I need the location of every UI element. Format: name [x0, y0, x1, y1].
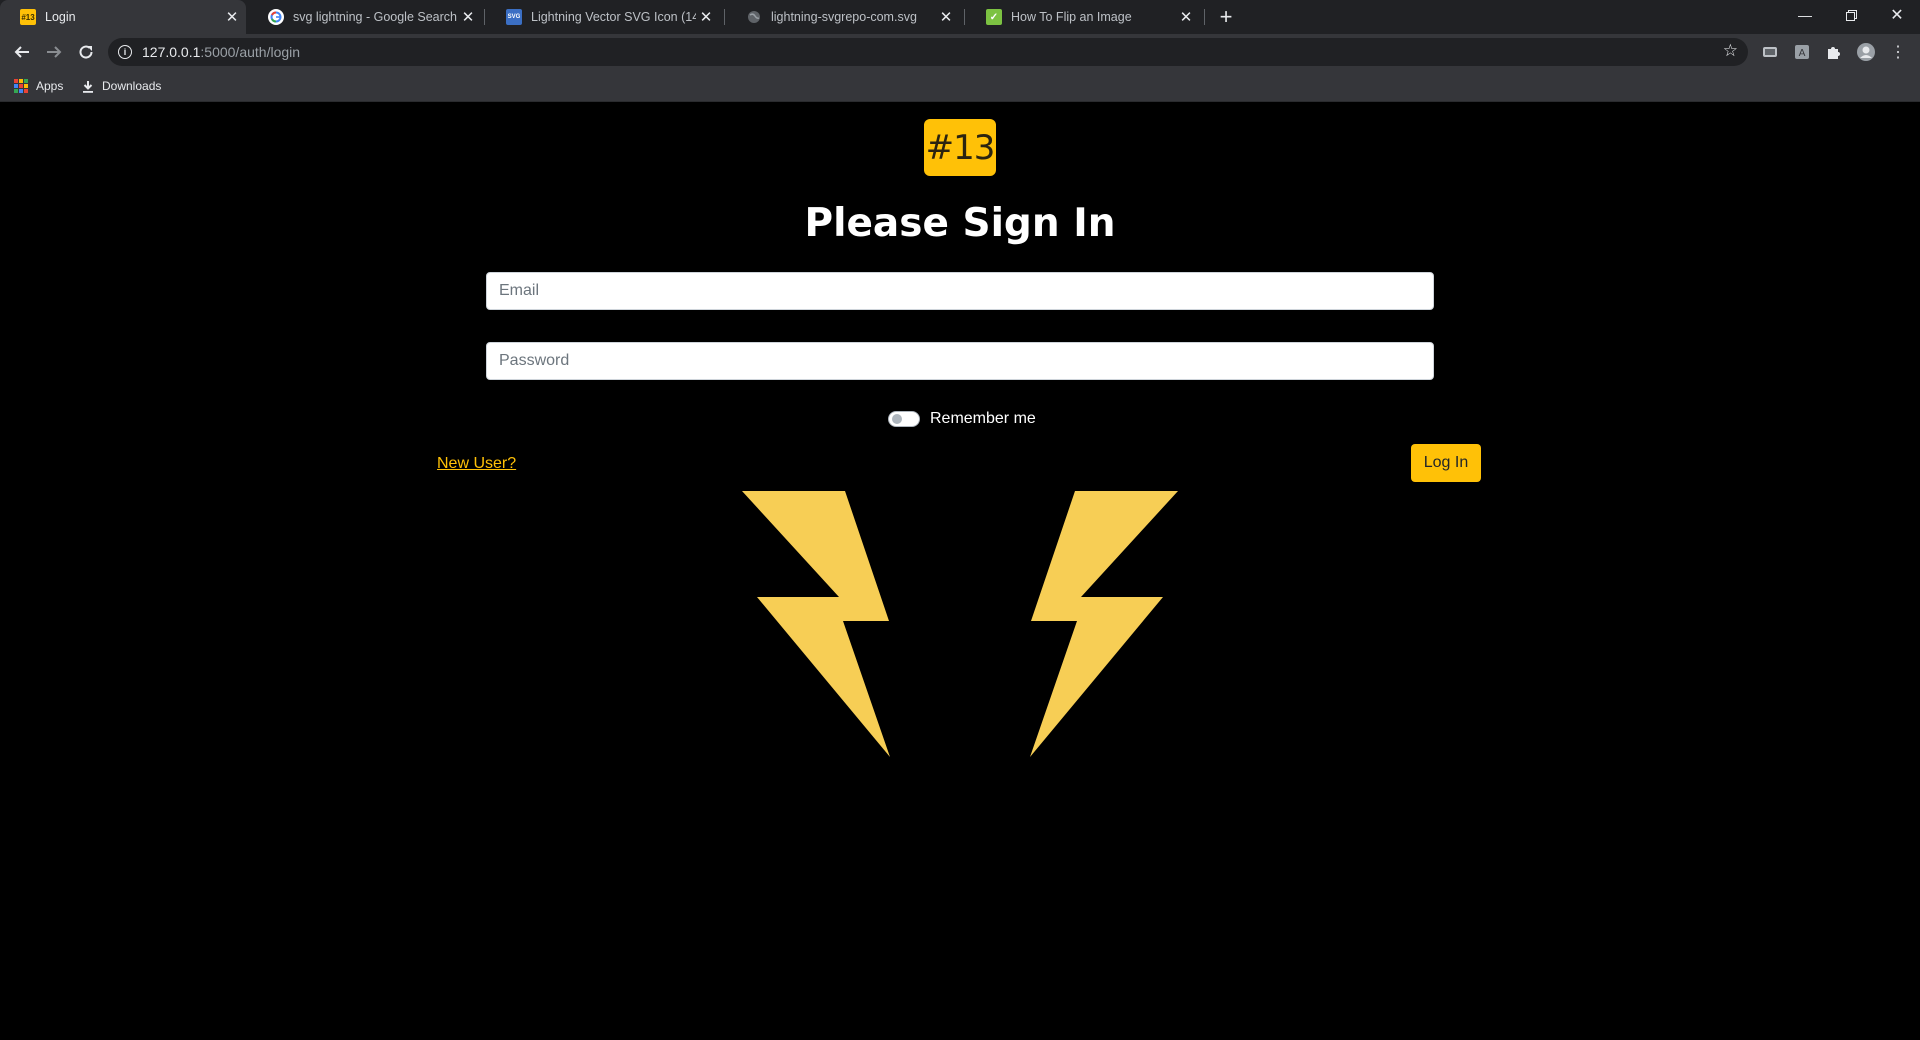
tab-title: How To Flip an Image — [1011, 10, 1132, 24]
site-logo: #13 — [924, 119, 996, 176]
browser-toolbar: i 127.0.0.1:5000/auth/login ☆ A ⋮ — [0, 34, 1920, 70]
minimize-icon[interactable]: — — [1782, 0, 1828, 30]
image-editor-icon: ✓ — [986, 9, 1002, 25]
restore-window-icon[interactable] — [1828, 0, 1874, 30]
remember-me-switch[interactable] — [888, 411, 920, 427]
tab-strip: #13 Login ✕ svg lightning - Google Searc… — [0, 0, 1920, 34]
bookmark-downloads[interactable]: Downloads — [82, 77, 161, 95]
lightning-bolt-icon — [1030, 491, 1178, 757]
back-arrow-icon[interactable] — [8, 38, 36, 66]
tab-google-search[interactable]: svg lightning - Google Search ✕ — [248, 0, 482, 34]
tab-svg-file[interactable]: lightning-svgrepo-com.svg ✕ — [726, 0, 960, 34]
email-field[interactable] — [486, 272, 1434, 310]
tab-separator — [724, 9, 725, 25]
url-host: 127.0.0.1 — [142, 44, 201, 60]
tab-separator — [964, 9, 965, 25]
new-user-link[interactable]: New User? — [437, 455, 516, 473]
forward-arrow-icon[interactable] — [40, 38, 68, 66]
browser-menu-icon[interactable]: ⋮ — [1888, 42, 1908, 62]
tab-title: Lightning Vector SVG Icon (14) - — [531, 10, 696, 24]
login-page: #13 Please Sign In Remember me New User?… — [0, 103, 1920, 1040]
lightning-bolts-decoration — [742, 491, 1178, 757]
google-icon — [268, 9, 284, 25]
extension-icon[interactable] — [1760, 42, 1780, 62]
close-tab-icon[interactable]: ✕ — [458, 7, 478, 27]
close-tab-icon[interactable]: ✕ — [1176, 7, 1196, 27]
url-path: :5000/auth/login — [200, 44, 301, 60]
download-icon — [82, 80, 94, 93]
bookmarks-bar: Apps Downloads — [0, 70, 1920, 102]
tab-login[interactable]: #13 Login ✕ — [0, 0, 246, 34]
globe-icon — [746, 9, 762, 25]
site-logo-favicon-icon: #13 — [20, 9, 36, 25]
extensions-puzzle-icon[interactable] — [1824, 42, 1844, 62]
extension-icon[interactable]: A — [1792, 42, 1812, 62]
remember-me-toggle[interactable]: Remember me — [888, 408, 1036, 430]
remember-me-label: Remember me — [930, 410, 1036, 427]
svgrepo-icon: SVG — [506, 9, 522, 25]
tab-title: svg lightning - Google Search — [293, 10, 457, 24]
apps-grid-icon — [14, 79, 28, 93]
bookmark-star-icon[interactable]: ☆ — [1723, 41, 1738, 61]
tab-flip-image[interactable]: ✓ How To Flip an Image ✕ — [966, 0, 1200, 34]
close-tab-icon[interactable]: ✕ — [936, 7, 956, 27]
bookmark-label: Apps — [36, 79, 64, 93]
new-tab-button[interactable]: + — [1212, 4, 1240, 29]
site-info-icon[interactable]: i — [118, 45, 132, 59]
close-window-icon[interactable]: ✕ — [1874, 0, 1920, 30]
tab-title: Login — [45, 10, 76, 24]
profile-avatar-icon[interactable] — [1856, 42, 1876, 62]
tab-svgrepo[interactable]: SVG Lightning Vector SVG Icon (14) - ✕ — [486, 0, 720, 34]
bookmark-apps[interactable]: Apps — [14, 77, 63, 95]
lightning-bolt-icon — [742, 491, 890, 757]
reload-icon[interactable] — [72, 38, 100, 66]
login-button[interactable]: Log In — [1411, 444, 1481, 482]
tab-separator — [484, 9, 485, 25]
close-tab-icon[interactable]: ✕ — [696, 7, 716, 27]
close-tab-icon[interactable]: ✕ — [222, 7, 242, 27]
tab-title: lightning-svgrepo-com.svg — [771, 10, 917, 24]
password-field[interactable] — [486, 342, 1434, 380]
tab-separator — [1204, 9, 1205, 25]
svg-text:A: A — [1799, 48, 1806, 59]
page-title: Please Sign In — [804, 201, 1116, 246]
bookmark-label: Downloads — [102, 79, 162, 93]
address-bar[interactable]: i 127.0.0.1:5000/auth/login ☆ — [108, 38, 1748, 66]
